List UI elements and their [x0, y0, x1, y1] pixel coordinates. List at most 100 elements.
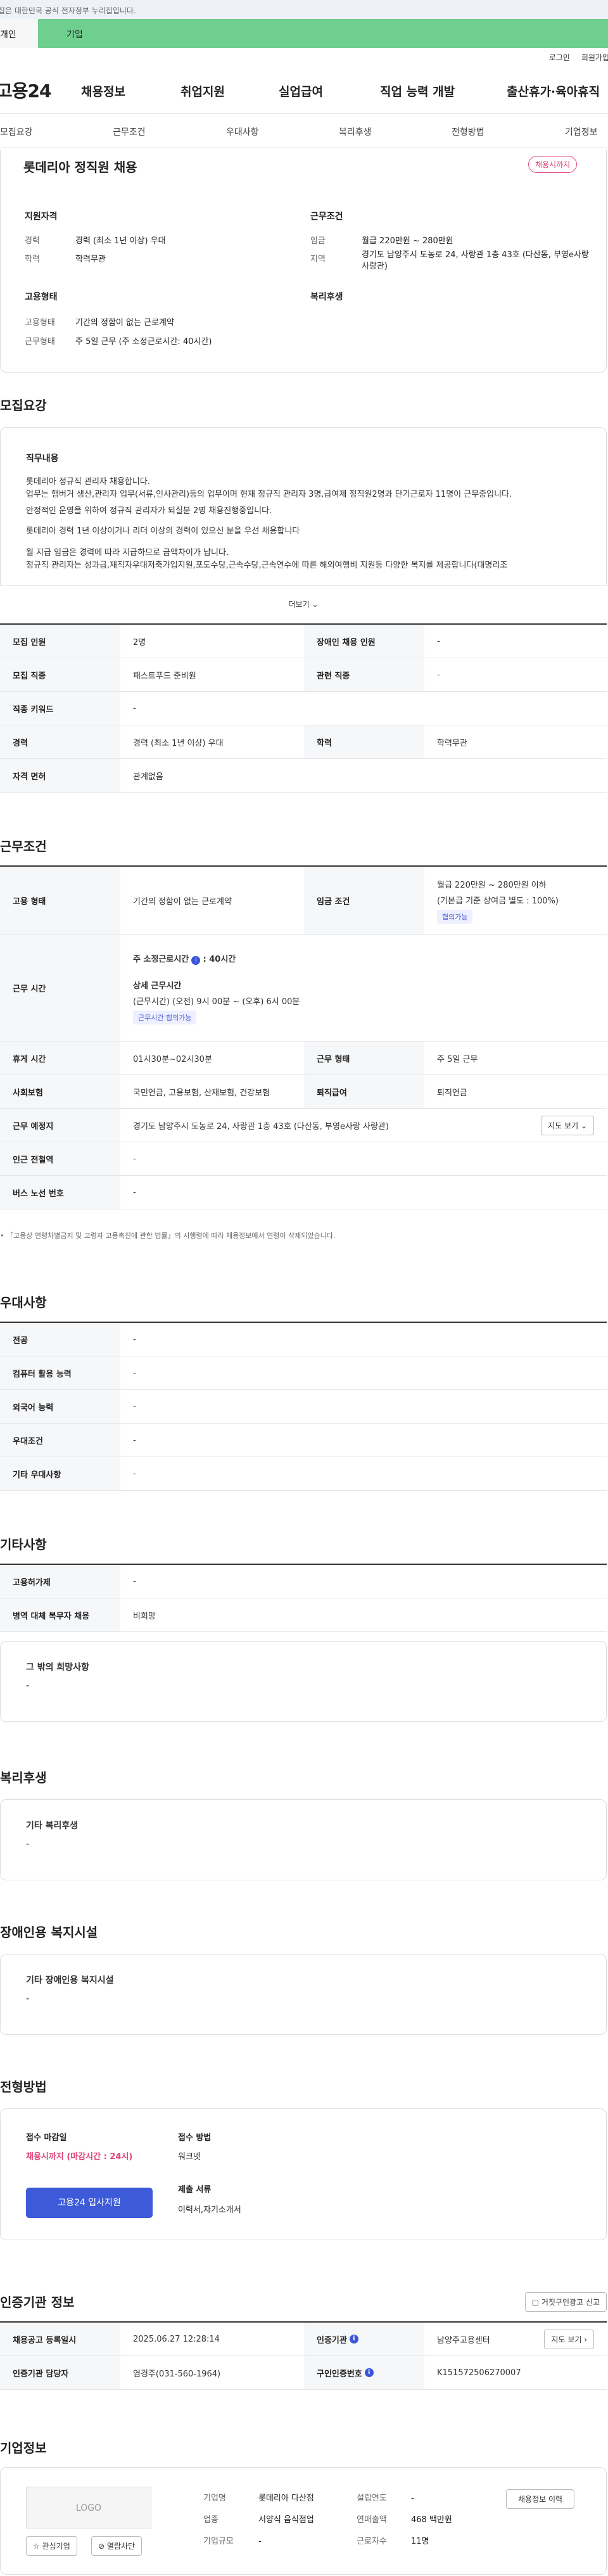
- section-tabs: 모집요강 근무조건 우대사항 복리후생 전형방법 기업정보: [0, 114, 608, 148]
- table-header-cell: 학력: [304, 725, 424, 758]
- negotiable-tag: 협의가능: [437, 909, 473, 924]
- disab-section: 장애인용 복지시설 기타 장애인용 복지시설 -: [0, 1922, 608, 2035]
- table-cell: 설립연도: [357, 2494, 387, 2503]
- table-header-cell: 장애인 채용 인원: [304, 625, 424, 658]
- table-cell: 11명: [411, 2537, 429, 2546]
- recruit-section: 모집요강 직무내용 롯데리아 정규직 관리자 채용합니다. 업무는 햄버거 생산…: [0, 395, 608, 793]
- exp-value: 경력 (최소 1년 이상) 우대: [75, 236, 166, 246]
- block-button[interactable]: ⊘ 열람차단: [91, 2536, 142, 2556]
- tab-select[interactable]: 전형방법: [452, 125, 484, 138]
- table-header-cell: 컴퓨터 활용 능력: [0, 1356, 120, 1389]
- table-header-cell: 근무 예정지: [0, 1109, 120, 1142]
- info-icon[interactable]: i: [349, 2335, 358, 2343]
- table-cell: 「고용상 연령차별금지 및 고령자 고용촉진에 관한 법률」의 시행령에 따라 …: [6, 1232, 336, 1240]
- table-cell: 2025.06.27 12:28:14: [133, 2334, 220, 2344]
- tab-company[interactable]: 기업정보: [565, 125, 598, 138]
- gnb-vocational-training[interactable]: 직업 능력 개발: [380, 82, 455, 99]
- tab-pref[interactable]: 우대사항: [226, 125, 259, 138]
- emp-heading: 고용형태: [25, 292, 58, 302]
- table-cell: 구인인증번호: [317, 2369, 362, 2379]
- welfare-box: 기타 복리후생 -: [0, 1799, 607, 1880]
- job-desc-line: 업무는 햄버거 생산,관리자 업무(서류,인사관리)등의 업무이며 현재 정규직…: [26, 490, 512, 499]
- table-row: 병역 대체 복무자 채용 비희망: [0, 1598, 607, 1632]
- table-header-cell: 모집 직종: [0, 658, 120, 691]
- cond-heading: 근무조건: [310, 212, 343, 222]
- tab-recruit[interactable]: 모집요강: [0, 125, 33, 138]
- table-cell: K151572506270007: [437, 2368, 521, 2378]
- company-tab[interactable]: 기업: [38, 19, 608, 48]
- exp-label: 경력: [25, 236, 40, 246]
- star-icon: ☆: [33, 2542, 40, 2551]
- table-row: 채용공고 등록일시 2025.06.27 12:28:14 인증기관 i 남양주고용센…: [0, 2323, 607, 2356]
- table-row: 경력 경력 (최소 1년 이상) 우대 학력 학력무관: [0, 725, 607, 759]
- table-cell: 기간의 정함이 없는 근로계약: [133, 897, 232, 907]
- cert-section: 인증기관 정보 ▢ 거짓구인광고 신고 채용공고 등록일시 2025.06.27 …: [0, 2292, 608, 2390]
- gnb-unemployment-benefit[interactable]: 실업급여: [279, 82, 323, 99]
- user-type-bar: 개인 기업: [0, 19, 608, 48]
- apply-button[interactable]: 고용24 입사지원: [26, 2188, 153, 2218]
- map-button[interactable]: 지도 보기 ⌄: [541, 1115, 594, 1135]
- table-cell: 468 백만원: [411, 2515, 452, 2525]
- fav-button[interactable]: ☆ 관심기업: [26, 2536, 77, 2556]
- table-cell: 더보기: [288, 600, 310, 609]
- more-button[interactable]: 더보기 ⌄: [0, 585, 607, 617]
- table-header-cell: 고용 형태: [0, 867, 120, 934]
- table-row: 휴게 시간 01시30분~02시30분 근무 형태 주 5일 근무: [0, 1042, 607, 1075]
- table-header-cell: 우대조건: [0, 1424, 120, 1457]
- history-button[interactable]: 채용정보 이력: [506, 2489, 575, 2509]
- join-link[interactable]: 회원가입: [581, 52, 608, 63]
- select-title: 전형방법: [0, 2079, 47, 2095]
- table-cell: -: [26, 1994, 30, 2004]
- job-desc-line: 정규직 관리자는 성과급,재직자우대저축가입지원,포도수당,근속수당,근속연수에…: [26, 561, 508, 570]
- work-title: 근무조건: [0, 839, 47, 854]
- table-cell: 열람차단: [106, 2542, 136, 2551]
- table-cell: 이 누리집은 대한민국 공식 전자정부 누리집입니다.: [0, 6, 136, 15]
- pref-section: 우대사항 전공 - 컴퓨터 활용 능력 - 외국어 능력 - 우대조건 - 기타 우대사…: [0, 1292, 608, 1491]
- table-cell: 염경주(031-560-1964): [133, 2369, 221, 2379]
- table-header-cell: 외국어 능력: [0, 1390, 120, 1423]
- gnb-parental-leave[interactable]: 출산휴가·육아휴직: [507, 82, 600, 99]
- table-cell: -: [437, 636, 440, 646]
- etc-title: 기타사항: [0, 1537, 47, 1552]
- tab-work[interactable]: 근무조건: [113, 125, 146, 138]
- table-row: 외국어 능력 -: [0, 1390, 607, 1424]
- info-icon[interactable]: i: [364, 2368, 374, 2377]
- global-nav: 고용24 채용정보 취업지원 실업급여 직업 능력 개발 출산휴가·육아휴직: [0, 66, 608, 114]
- table-header-cell: 병역 대체 복무자 채용: [0, 1598, 120, 1631]
- table-cell: 연매출액: [357, 2515, 387, 2525]
- status-badge: 채용시까지: [528, 156, 578, 173]
- site-logo[interactable]: 고용24: [0, 77, 85, 103]
- wage-label: 임금: [310, 236, 326, 246]
- table-cell: 기업: [66, 30, 83, 40]
- table-cell: -: [26, 1839, 30, 1849]
- area-label: 지역: [310, 255, 326, 264]
- info-icon[interactable]: i: [191, 955, 201, 965]
- table-cell: 경력 (최소 1년 이상) 우대: [133, 738, 224, 748]
- job-title: 롯데리아 정직원 채용: [23, 160, 137, 175]
- gnb-jobs[interactable]: 채용정보: [81, 82, 125, 99]
- tab-welfare[interactable]: 복리후생: [339, 125, 372, 138]
- table-cell: -: [133, 1435, 136, 1445]
- login-link[interactable]: 로그인: [549, 52, 570, 63]
- work-table: 고용 형태 기간의 정함이 없는 근로계약 임금 조건 월급 220만원 ~ 28…: [0, 865, 607, 1209]
- table-row: 컴퓨터 활용 능력 -: [0, 1356, 607, 1390]
- table-header-cell: 경력: [0, 725, 120, 758]
- cert-title: 인증기관 정보: [0, 2295, 75, 2310]
- qual-heading: 지원자격: [25, 212, 58, 222]
- personal-tab[interactable]: 개인: [0, 19, 38, 48]
- table-header-cell: 퇴직급여: [304, 1075, 424, 1108]
- table-header-cell: 전공: [0, 1323, 120, 1356]
- deadline-value: 채용시까지 (마감시간 : 24시): [26, 2152, 133, 2162]
- table-header-cell: 휴게 시간: [0, 1042, 120, 1074]
- table-header-cell: 임금 조건: [304, 867, 424, 934]
- table-cell: 학력무관: [437, 738, 467, 748]
- table-row: 사회보험 국민연금, 고용보험, 산재보험, 건강보험 퇴직급여 퇴직연금: [0, 1075, 607, 1109]
- table-row: 인근 전철역 -: [0, 1142, 607, 1176]
- table-row: 인증기관 담당자 염경주(031-560-1964) 구인인증번호 i K151572…: [0, 2356, 607, 2390]
- report-button[interactable]: ▢ 거짓구인광고 신고: [524, 2292, 607, 2312]
- table-cell: 상세 근무시간: [133, 981, 182, 991]
- cert-map-button[interactable]: 지도 보기 ›: [544, 2329, 594, 2349]
- table-cell: 남양주고용센터: [437, 2335, 490, 2345]
- gnb-employment-support[interactable]: 취업지원: [180, 82, 225, 99]
- table-cell: 고용24 입사지원: [58, 2198, 121, 2208]
